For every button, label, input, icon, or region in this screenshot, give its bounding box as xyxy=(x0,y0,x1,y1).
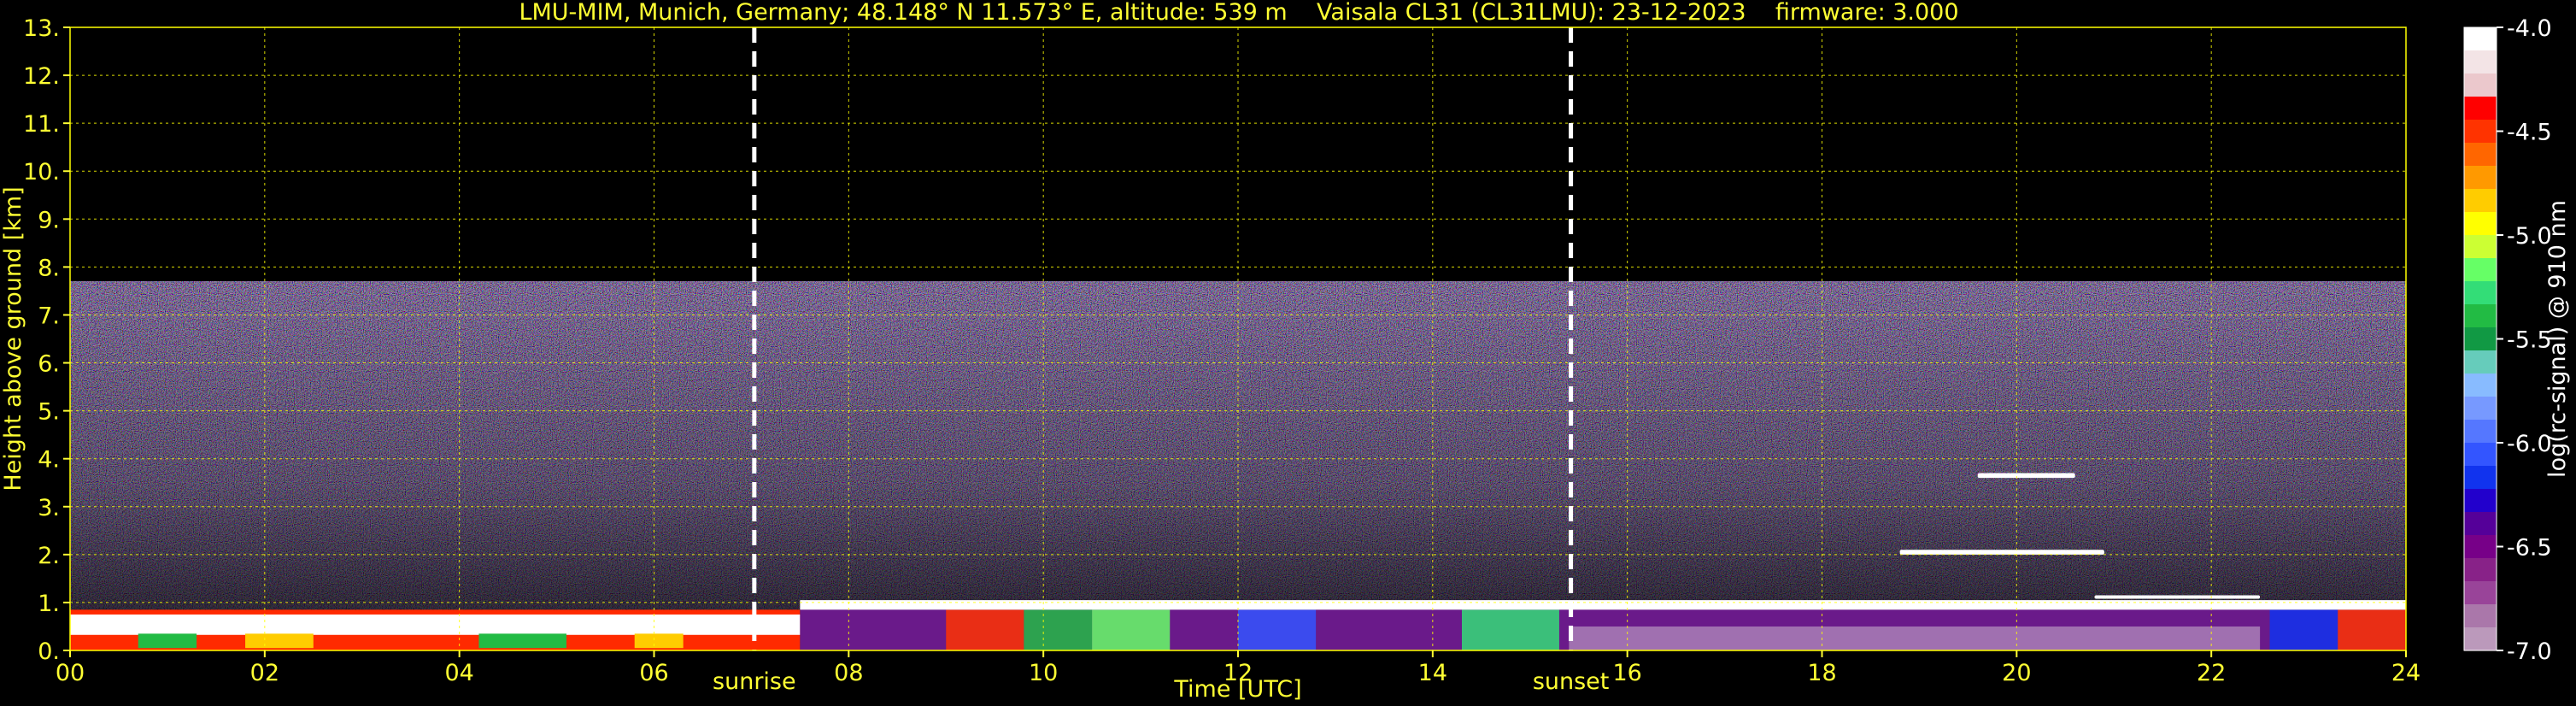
colorbar-segment xyxy=(2464,189,2497,213)
boundary-layer xyxy=(800,600,2406,650)
surface-aerosol-layer xyxy=(70,609,801,650)
colorbar-segment xyxy=(2464,166,2497,190)
boundary-patch xyxy=(946,609,1024,650)
aerosol-patch xyxy=(245,633,314,649)
colorbar-segment xyxy=(2464,350,2497,374)
boundary-patch xyxy=(1238,609,1317,650)
colorbar-tick-label: -4.5 xyxy=(2507,120,2552,146)
y-tick-label: 1. xyxy=(38,591,60,617)
aerosol-patch xyxy=(634,633,684,649)
x-tick-label: 20 xyxy=(2002,660,2031,686)
colorbar-segment xyxy=(2464,74,2497,97)
colorbar-segment xyxy=(2464,97,2497,121)
boundary-patch xyxy=(2269,609,2338,650)
colorbar-segment xyxy=(2464,512,2497,536)
x-tick-label: 00 xyxy=(56,660,85,686)
colorbar-segment xyxy=(2464,535,2497,559)
boundary-patch xyxy=(2338,609,2406,650)
boundary-patch xyxy=(1024,609,1093,650)
colorbar-tick-label: -6.5 xyxy=(2507,535,2552,562)
x-tick-label: 14 xyxy=(1418,660,1447,686)
colorbar-segment xyxy=(2464,443,2497,467)
y-tick-label: 10. xyxy=(23,159,60,185)
colorbar-label: log(rc-signal) @ 910 nm xyxy=(2544,200,2571,478)
colorbar-segment xyxy=(2464,558,2497,582)
boundary-patch xyxy=(1092,609,1171,650)
colorbar: -4.0-4.5-5.0-5.5-6.0-6.5-7.0log(rc-signa… xyxy=(2463,15,2571,665)
x-tick-label: 16 xyxy=(1612,660,1641,686)
y-tick-label: 5. xyxy=(38,399,60,426)
colorbar-segment xyxy=(2464,50,2497,74)
cloud xyxy=(1977,473,2075,479)
y-tick-label: 13. xyxy=(23,15,60,42)
colorbar-segment xyxy=(2464,281,2497,305)
y-tick-label: 2. xyxy=(38,543,60,569)
colorbar-segment xyxy=(2464,581,2497,605)
colorbar-segment xyxy=(2464,212,2497,236)
colorbar-segment xyxy=(2464,489,2497,513)
y-axis-label: Height above ground [km] xyxy=(0,186,26,491)
marker-label-sunrise: sunrise xyxy=(713,668,796,695)
aerosol-core xyxy=(70,614,801,635)
colorbar-segment xyxy=(2464,397,2497,421)
y-tick-label: 8. xyxy=(38,255,60,281)
x-tick-label: 08 xyxy=(834,660,863,686)
x-tick-label: 02 xyxy=(250,660,279,686)
y-tick-label: 6. xyxy=(38,351,60,378)
y-tick-label: 9. xyxy=(38,207,60,233)
colorbar-segment xyxy=(2464,420,2497,444)
x-tick-label: 04 xyxy=(444,660,473,686)
cloud xyxy=(2094,595,2261,599)
aerosol-patch xyxy=(138,633,197,649)
colorbar-segment xyxy=(2464,604,2497,628)
colorbar-segment xyxy=(2464,327,2497,351)
colorbar-segment xyxy=(2464,304,2497,328)
colorbar-segment xyxy=(2464,120,2497,144)
x-tick-label: 22 xyxy=(2197,660,2226,686)
colorbar-segment xyxy=(2464,235,2497,259)
x-tick-label: 10 xyxy=(1029,660,1058,686)
y-tick-label: 12. xyxy=(23,63,60,90)
boundary-top xyxy=(800,600,2406,610)
y-tick-label: 11. xyxy=(23,111,60,138)
x-tick-label: 24 xyxy=(2391,660,2421,686)
colorbar-segment xyxy=(2464,143,2497,167)
boundary-mauve xyxy=(1569,626,2261,650)
marker-label-sunset: sunset xyxy=(1533,668,1610,695)
colorbar-tick-label: -7.0 xyxy=(2507,638,2552,665)
cloud xyxy=(1899,550,2104,555)
boundary-patch xyxy=(1462,609,1559,650)
colorbar-segment xyxy=(2464,374,2497,397)
y-tick-label: 7. xyxy=(38,303,60,329)
x-tick-label: 18 xyxy=(1807,660,1836,686)
colorbar-segment xyxy=(2464,466,2497,490)
y-tick-label: 4. xyxy=(38,447,60,474)
colorbar-segment xyxy=(2464,27,2497,51)
colorbar-segment xyxy=(2464,627,2497,651)
aerosol-patch xyxy=(478,633,566,649)
y-tick-label: 3. xyxy=(38,495,60,521)
x-axis-label: Time [UTC] xyxy=(1173,676,1301,703)
colorbar-segment xyxy=(2464,258,2497,282)
x-tick-label: 06 xyxy=(639,660,668,686)
colorbar-tick-label: -4.0 xyxy=(2507,15,2552,42)
ceilometer-chart: sunrise sunset 0.1.2.3.4.5.6.7.8.9.10.11.… xyxy=(0,15,2571,703)
